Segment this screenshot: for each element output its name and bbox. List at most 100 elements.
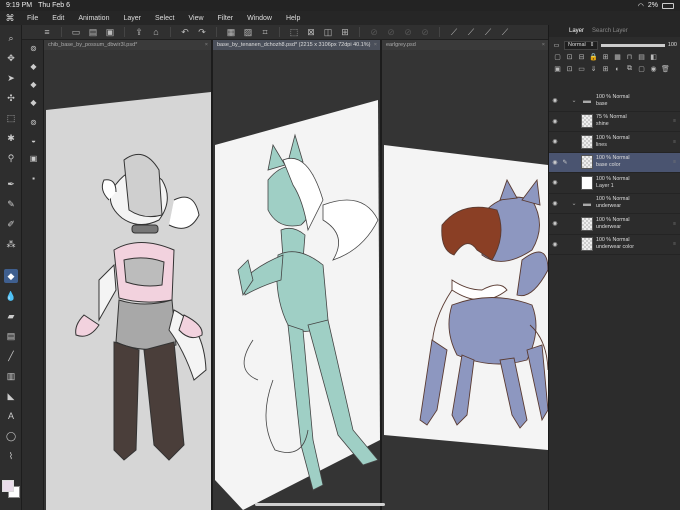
operation-icon[interactable]: ➤ — [4, 71, 18, 85]
mask-icon[interactable]: ◐ — [613, 65, 622, 74]
draft-icon[interactable]: ⊟ — [577, 53, 586, 62]
transfer-down-icon[interactable]: ⇓ — [589, 65, 598, 74]
selection-icon[interactable]: ⬚ — [287, 27, 301, 38]
menu-file[interactable]: File — [20, 15, 45, 22]
layer-row[interactable]: ◉ 100 % Normal Layer 1 — [549, 173, 680, 194]
menu-edit[interactable]: Edit — [45, 15, 71, 22]
ruler-tool-icon[interactable]: ◣ — [4, 389, 18, 403]
folder-expand-icon[interactable]: ⌄ — [570, 200, 578, 207]
undo-icon[interactable]: ↶ — [178, 27, 192, 38]
sub-tool-soft-eraser-icon[interactable]: ◆ — [27, 78, 40, 90]
open-file-icon[interactable]: ▤ — [86, 27, 100, 38]
canvas-view-3[interactable]: earlgrey.psd × — [382, 40, 548, 510]
copy-layer-icon[interactable]: ⧉ — [625, 65, 634, 74]
deselect-icon[interactable]: ⊠ — [304, 27, 318, 38]
layer-row-selected[interactable]: ◉ ✎ 100 % Normal base color ≡ — [549, 152, 680, 173]
eyedropper-icon[interactable]: ⚲ — [4, 151, 18, 165]
pen-icon[interactable]: ✒ — [4, 177, 18, 191]
drag-handle-icon[interactable]: ≡ — [673, 159, 676, 165]
blend-mode-select[interactable]: Normal ⇕ — [564, 40, 599, 50]
new-folder-icon[interactable]: ▭ — [577, 65, 586, 74]
visibility-eye-icon[interactable]: ◉ — [550, 200, 560, 207]
blend-options-icon[interactable]: ▭ — [552, 41, 561, 50]
sub-tool-hard-eraser-icon[interactable]: ◆ — [27, 60, 40, 72]
artwork-canvas-2[interactable] — [213, 50, 380, 510]
app-menu-icon[interactable]: ⌘ — [0, 13, 20, 24]
drag-handle-icon[interactable]: ≡ — [673, 139, 676, 145]
menu-view[interactable]: View — [181, 15, 210, 22]
snap-special-icon[interactable]: ⟋ — [498, 27, 512, 38]
sub-tool-snow-eraser-icon[interactable]: ◒ — [27, 134, 40, 146]
pencil-icon[interactable]: ✎ — [4, 197, 18, 211]
clip-icon[interactable]: ▢ — [553, 53, 562, 62]
fill-tool-icon[interactable]: ▰ — [4, 309, 18, 323]
visibility-eye-icon[interactable]: ◉ — [550, 118, 560, 125]
transform-icon[interactable]: ⊞ — [338, 27, 352, 38]
document-tab-2[interactable]: base_by_tenanen_dchozh8.psd* (2215 x 310… — [213, 40, 380, 50]
menu-layer[interactable]: Layer — [116, 15, 148, 22]
export-icon[interactable]: ⇪ — [132, 27, 146, 38]
mask-enable-icon[interactable]: ▦ — [613, 53, 622, 62]
opacity-slider[interactable] — [601, 43, 666, 47]
snap-grid-icon[interactable]: ⟋ — [481, 27, 495, 38]
visibility-eye-icon[interactable]: ◉ — [550, 138, 560, 145]
canvas-view-2[interactable]: base_by_tenanen_dchozh8.psd* (2215 x 310… — [213, 40, 380, 510]
eraser-icon[interactable]: ◆ — [4, 269, 18, 283]
close-tab-icon[interactable]: × — [374, 42, 377, 48]
selection-tool-icon[interactable]: ⬚ — [4, 111, 18, 125]
gradient-icon[interactable]: ▤ — [4, 329, 18, 343]
blend-icon[interactable]: 💧 — [4, 289, 18, 303]
new-vector-layer-icon[interactable]: ⊡ — [565, 65, 574, 74]
layer-row[interactable]: ◉ 75 % Normal shine ≡ — [549, 112, 680, 132]
home-indicator[interactable] — [255, 503, 385, 506]
menu-select[interactable]: Select — [148, 15, 181, 22]
tab-search-layer[interactable]: Search Layer — [592, 28, 628, 34]
balloon-icon[interactable]: ◯ — [4, 429, 18, 443]
paper-layer-icon[interactable]: ▢ — [637, 65, 646, 74]
crop-icon[interactable]: ⌗ — [258, 27, 272, 38]
close-tab-icon[interactable]: × — [205, 42, 208, 48]
fill-icon[interactable]: ▨ — [241, 27, 255, 38]
close-tab-icon[interactable]: × — [542, 42, 545, 48]
reference-icon[interactable]: ⊡ — [565, 53, 574, 62]
new-file-icon[interactable]: ▭ — [69, 27, 83, 38]
layer-row[interactable]: ◉ 100 % Normal lines ≡ — [549, 132, 680, 153]
artwork-canvas-3[interactable] — [382, 50, 548, 510]
trash-icon[interactable]: 🗑 — [661, 65, 670, 74]
folder-expand-icon[interactable]: ⌄ — [570, 97, 578, 104]
main-color-swatch[interactable] — [2, 480, 14, 492]
lock-transparent-icon[interactable]: ⊞ — [601, 53, 610, 62]
lock-icon[interactable]: 🔒 — [589, 53, 598, 62]
ruler-layer-icon[interactable]: ⊓ — [625, 53, 634, 62]
airbrush-icon[interactable]: ⁂ — [4, 237, 18, 251]
sub-tool-kneaded-eraser-icon[interactable]: ▣ — [27, 152, 40, 164]
visibility-eye-icon[interactable]: ◉ — [550, 179, 560, 186]
opacity-value[interactable]: 100 — [668, 42, 677, 48]
visibility-eye-icon[interactable]: ◉ — [550, 159, 560, 166]
text-icon[interactable]: A — [4, 409, 18, 423]
figure-icon[interactable]: ╱ — [4, 349, 18, 363]
print-icon[interactable]: ⌂ — [149, 27, 163, 38]
menu-window[interactable]: Window — [240, 15, 279, 22]
move-icon[interactable]: ✥ — [4, 51, 18, 65]
menu-help[interactable]: Help — [279, 15, 307, 22]
snap-icon[interactable]: ⟋ — [464, 27, 478, 38]
edit-target-pen-icon[interactable]: ✎ — [560, 159, 570, 166]
menu-filter[interactable]: Filter — [211, 15, 241, 22]
correct-line-icon[interactable]: ⌇ — [4, 449, 18, 463]
ruler-icon[interactable]: ⟋ — [447, 27, 461, 38]
visibility-eye-icon[interactable]: ◉ — [550, 97, 560, 104]
artwork-canvas-1[interactable] — [44, 50, 211, 510]
lightbulb-icon[interactable]: ◉ — [649, 65, 658, 74]
document-tab-1[interactable]: chib_base_by_possum_dbwir3l.psd* × — [44, 40, 211, 50]
document-tab-3[interactable]: earlgrey.psd × — [382, 40, 548, 50]
layer-row[interactable]: ◉ 100 % Normal underwear ≡ — [549, 214, 680, 235]
save-icon[interactable]: ▣ — [103, 27, 117, 38]
canvas-view-1[interactable]: chib_base_by_possum_dbwir3l.psd* × — [44, 40, 211, 510]
redo-icon[interactable]: ↷ — [195, 27, 209, 38]
invert-selection-icon[interactable]: ◫ — [321, 27, 335, 38]
drag-handle-icon[interactable]: ≡ — [673, 118, 676, 124]
hamburger-icon[interactable]: ≡ — [40, 27, 54, 38]
visibility-eye-icon[interactable]: ◉ — [550, 241, 560, 248]
drag-handle-icon[interactable]: ≡ — [673, 241, 676, 247]
